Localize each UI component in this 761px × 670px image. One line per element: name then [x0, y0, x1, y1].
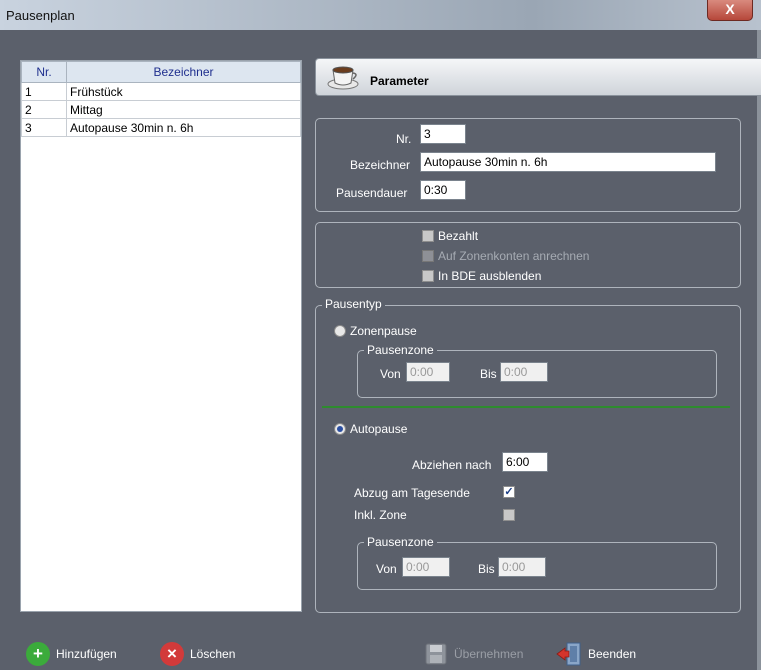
von2-label: Von [376, 562, 397, 576]
von-field: 0:00 [406, 362, 450, 382]
abziehen-label: Abziehen nach [412, 458, 492, 472]
cell-nr: 3 [21, 118, 67, 137]
bis-field: 0:00 [500, 362, 548, 382]
plus-icon: + [26, 642, 50, 666]
bis-label: Bis [480, 367, 497, 381]
cell-nr: 2 [21, 100, 67, 119]
bezeichner-field[interactable]: Autopause 30min n. 6h [420, 152, 716, 172]
pause-table: Nr. Bezeichner 1 Frühstück 2 Mittag 3 Au… [21, 61, 301, 137]
delete-button[interactable]: × Löschen [160, 642, 235, 666]
apply-button[interactable]: Übernehmen [424, 642, 523, 666]
von-label: Von [380, 367, 401, 381]
save-icon [425, 643, 447, 665]
von2-field: 0:00 [402, 557, 450, 577]
delete-icon: × [160, 642, 184, 666]
inkl-zone-checkbox[interactable] [503, 509, 515, 521]
add-label: Hinzufügen [56, 647, 117, 661]
exit-label: Beenden [588, 647, 637, 661]
bde-checkbox[interactable] [422, 270, 434, 282]
autopause-label: Autopause [350, 422, 408, 436]
cell-name: Mittag [66, 100, 301, 119]
cell-name: Autopause 30min n. 6h [66, 118, 301, 137]
close-button[interactable]: X [707, 0, 753, 21]
abziehen-field[interactable]: 6:00 [502, 452, 548, 472]
autopause-radio[interactable] [334, 423, 346, 435]
nr-label: Nr. [396, 132, 412, 146]
bis2-field: 0:00 [498, 557, 546, 577]
apply-label: Übernehmen [454, 647, 524, 661]
parameter-title: Parameter [370, 74, 429, 88]
table-row[interactable]: 3 Autopause 30min n. 6h [21, 118, 301, 137]
tagesende-checkbox[interactable]: ✓ [503, 486, 515, 498]
pause-list[interactable]: Nr. Bezeichner 1 Frühstück 2 Mittag 3 Au… [20, 60, 302, 612]
table-row[interactable]: 2 Mittag [21, 100, 301, 119]
bezahlt-checkbox[interactable] [422, 230, 434, 242]
parameter-header: Parameter [315, 58, 761, 96]
window-border [757, 30, 761, 670]
delete-label: Löschen [190, 647, 236, 661]
pausenzone-legend: Pausenzone [364, 343, 437, 357]
bezahlt-label: Bezahlt [438, 229, 479, 243]
separator [322, 406, 730, 408]
zonenkonten-checkbox [422, 250, 434, 262]
cell-name: Frühstück [66, 82, 301, 101]
add-button[interactable]: + Hinzufügen [26, 642, 117, 666]
column-header-bezeichner[interactable]: Bezeichner [66, 61, 301, 83]
title-bar: Pausenplan X [0, 0, 761, 30]
pausendauer-field[interactable]: 0:30 [420, 180, 466, 200]
window-title: Pausenplan [6, 8, 75, 23]
cell-nr: 1 [21, 82, 67, 101]
bis2-label: Bis [478, 562, 495, 576]
column-header-nr[interactable]: Nr. [21, 61, 67, 83]
exit-button[interactable]: Beenden [556, 642, 636, 666]
tagesende-label: Abzug am Tagesende [354, 486, 470, 500]
zonenpause-radio[interactable] [334, 325, 346, 337]
pausendauer-label: Pausendauer [336, 186, 408, 200]
zonenpause-label: Zonenpause [350, 324, 417, 338]
inkl-zone-label: Inkl. Zone [354, 508, 407, 522]
bezeichner-label: Bezeichner [350, 158, 411, 172]
exit-door-icon [556, 642, 581, 666]
zonenkonten-label: Auf Zonenkonten anrechnen [438, 249, 590, 263]
nr-field[interactable]: 3 [420, 124, 466, 144]
bde-label: In BDE ausblenden [438, 269, 542, 283]
pausentyp-legend: Pausentyp [322, 297, 385, 311]
pausenzone2-legend: Pausenzone [364, 535, 437, 549]
table-row[interactable]: 1 Frühstück [21, 82, 301, 101]
coffee-cup-icon [327, 66, 359, 90]
